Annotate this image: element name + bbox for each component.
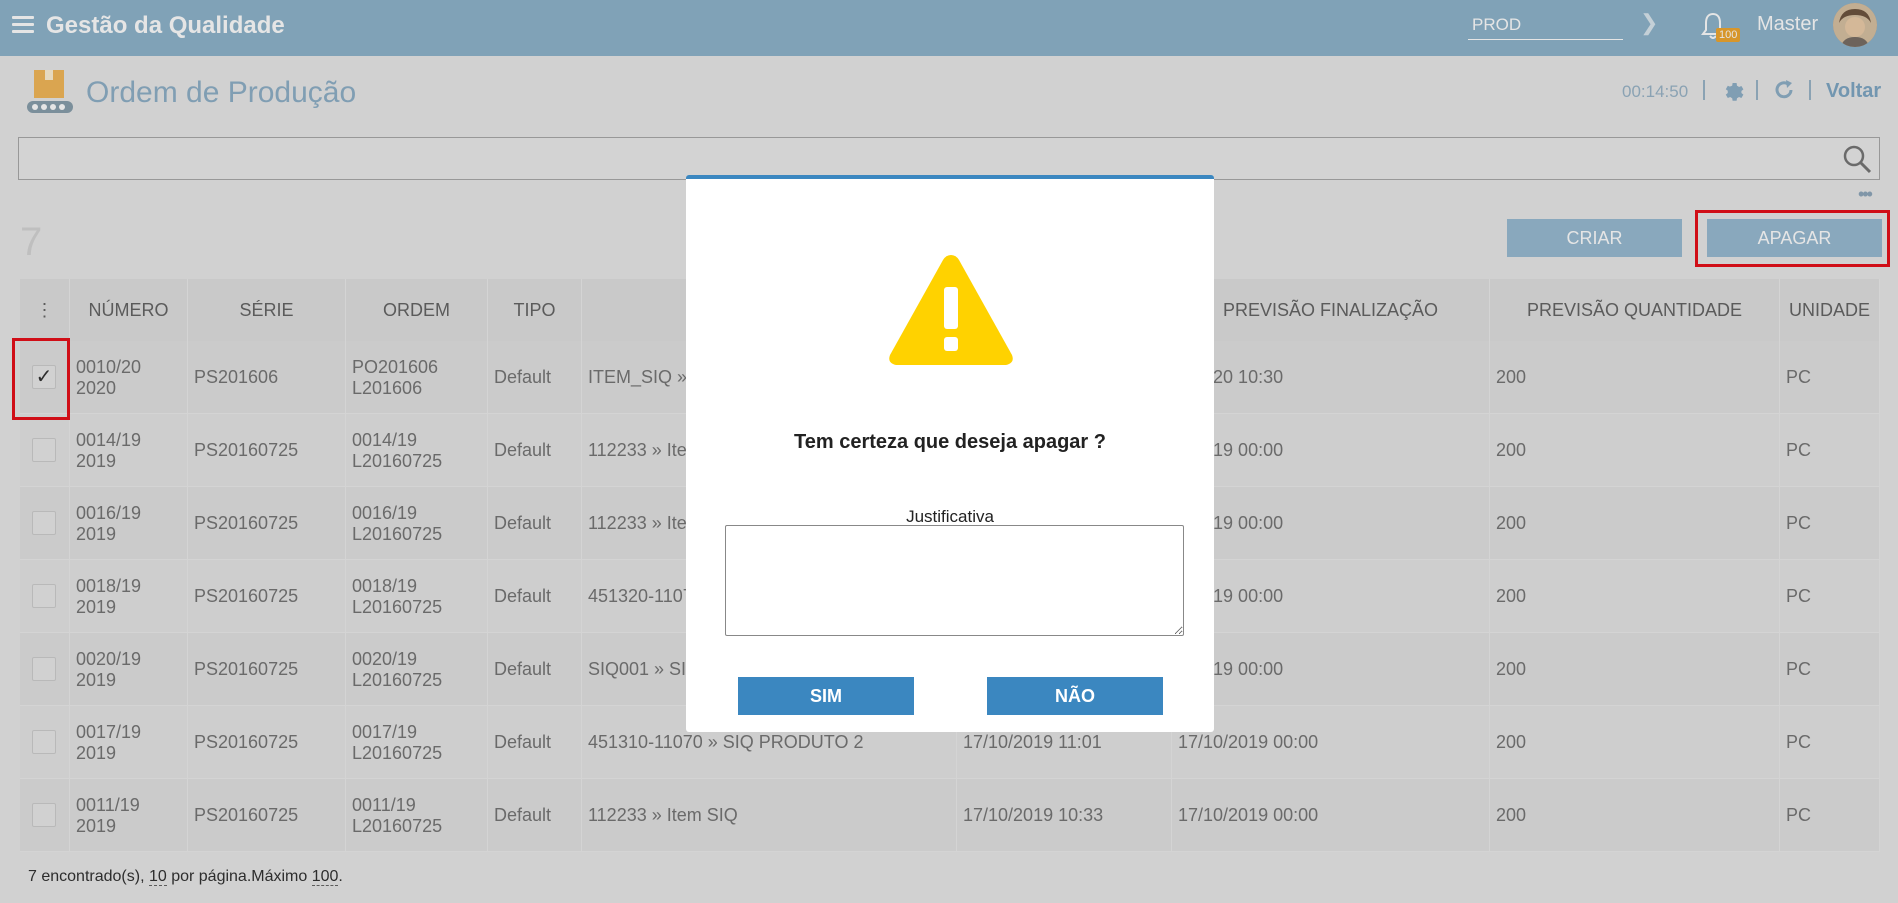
- no-button[interactable]: NÃO: [987, 677, 1163, 715]
- confirm-dialog: Tem certeza que deseja apagar ? Justific…: [686, 175, 1214, 732]
- justification-label: Justificativa: [906, 507, 994, 526]
- confirm-question: Tem certeza que deseja apagar ?: [794, 431, 1106, 453]
- yes-button[interactable]: SIM: [738, 677, 914, 715]
- justification-field[interactable]: [725, 525, 1184, 636]
- warning-icon: [889, 255, 1013, 365]
